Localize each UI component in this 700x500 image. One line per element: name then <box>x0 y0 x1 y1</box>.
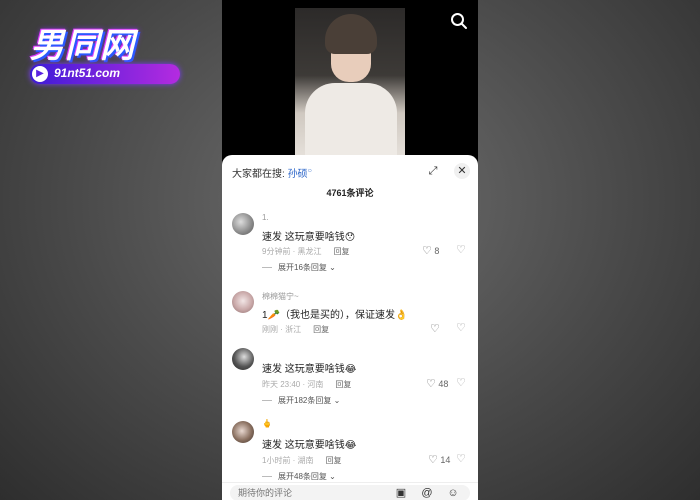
comment-input-bar: ▣ @ ☺ <box>222 482 478 500</box>
heart-icon: ♡ <box>428 454 438 466</box>
heart-icon: ♡ <box>426 378 436 390</box>
trending-search-keyword[interactable]: 孙硕 <box>288 169 308 180</box>
watermark-url-bar: ▶ 91nt51.com <box>30 64 180 84</box>
comment-text: 速发 这玩意要啥钱😂 <box>262 364 357 375</box>
like-count: 14 <box>440 455 451 465</box>
comment-input[interactable] <box>230 485 470 500</box>
comment-text: 速发 这玩意要啥钱😯 <box>262 232 356 243</box>
watermark-url: 91nt51.com <box>54 66 121 80</box>
play-icon: ▶ <box>32 66 48 82</box>
comment-time: 9分钟前 · 黑龙江 <box>262 247 322 256</box>
avatar[interactable] <box>232 421 254 443</box>
phone-screen: 大家都在搜: 孙硕○ ⤢ ✕ 4761条评论 1. 速发 这玩意要啥钱😯 9分钟… <box>222 0 478 500</box>
video-player[interactable] <box>295 8 405 158</box>
heart-icon: ♡ <box>430 323 440 335</box>
comment-meta: 昨天 23:40 · 河南 回复 <box>262 379 351 390</box>
comment-time: 1小时前 · 湖南 <box>262 456 314 465</box>
comment-username[interactable]: 棉棉猫宁~ <box>262 291 299 302</box>
search-icon[interactable] <box>450 12 468 30</box>
mention-icon[interactable]: @ <box>420 486 434 500</box>
watermark-logo: 男同网 ▶ 91nt51.com <box>8 18 188 88</box>
reply-button[interactable]: 回复 <box>334 247 350 256</box>
comment-sheet: 大家都在搜: 孙硕○ ⤢ ✕ 4761条评论 1. 速发 这玩意要啥钱😯 9分钟… <box>222 155 478 500</box>
avatar[interactable] <box>232 291 254 313</box>
dislike-icon[interactable]: ♡ <box>456 243 466 256</box>
comment-text: 速发 这玩意要啥钱😂 <box>262 440 357 451</box>
expand-replies[interactable]: 展开16条回复 ⌄ <box>262 262 336 273</box>
comment-meta: 9分钟前 · 黑龙江 回复 <box>262 246 350 257</box>
reply-button[interactable]: 回复 <box>335 380 351 389</box>
comment-username[interactable]: 🖕 <box>262 419 272 428</box>
comment-meta: 1小时前 · 湖南 回复 <box>262 455 342 466</box>
dislike-icon[interactable]: ♡ <box>456 452 466 465</box>
like-count: 48 <box>438 379 449 389</box>
expand-icon[interactable]: ⤢ <box>426 164 440 178</box>
close-button[interactable]: ✕ <box>454 163 470 179</box>
like-count: 8 <box>434 246 440 256</box>
reply-button[interactable]: 回复 <box>326 456 342 465</box>
like-button[interactable]: ♡ 48 <box>426 377 448 390</box>
dislike-icon[interactable]: ♡ <box>456 376 466 389</box>
like-button[interactable]: ♡ 8 <box>422 244 439 257</box>
comment-text: 1🥕（我也是买的），保证速发👌 <box>262 310 408 321</box>
avatar[interactable] <box>232 348 254 370</box>
reply-button[interactable]: 回复 <box>313 325 329 334</box>
expand-replies[interactable]: 展开48条回复 ⌄ <box>262 471 336 482</box>
video-person-body <box>305 83 397 158</box>
search-small-icon: ○ <box>307 167 312 175</box>
like-button[interactable]: ♡ <box>430 322 440 335</box>
comment-meta: 刚刚 · 浙江 回复 <box>262 324 329 335</box>
like-button[interactable]: ♡ 14 <box>428 453 450 466</box>
watermark-title: 男同网 <box>30 27 135 65</box>
dislike-icon[interactable]: ♡ <box>456 321 466 334</box>
comment-time: 刚刚 · 浙江 <box>262 325 302 334</box>
comment-count: 4761条评论 <box>326 188 374 198</box>
video-person-hair <box>325 14 377 54</box>
image-icon[interactable]: ▣ <box>394 486 408 500</box>
emoji-icon[interactable]: ☺ <box>446 486 460 500</box>
comment-username[interactable]: 1. <box>262 213 269 222</box>
heart-icon: ♡ <box>422 245 432 257</box>
avatar[interactable] <box>232 213 254 235</box>
trending-search[interactable]: 大家都在搜: 孙硕○ <box>232 165 312 180</box>
comment-time: 昨天 23:40 · 河南 <box>262 380 324 389</box>
expand-replies[interactable]: 展开182条回复 ⌄ <box>262 395 340 406</box>
trending-search-label: 大家都在搜: <box>232 169 285 180</box>
